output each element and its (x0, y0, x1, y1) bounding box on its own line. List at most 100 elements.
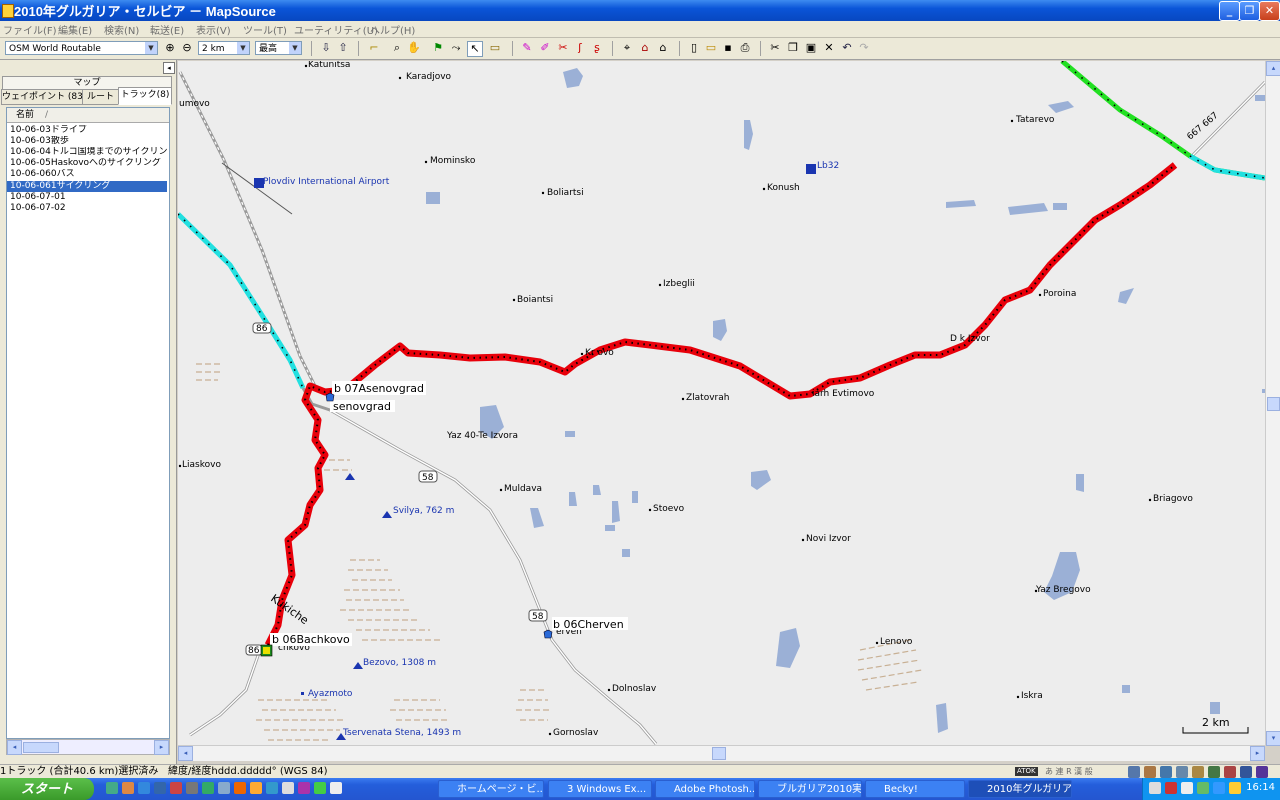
ime-options-icon[interactable] (1256, 766, 1268, 778)
delete-icon[interactable]: ✕ (822, 41, 836, 55)
track-draw-icon[interactable]: ✎ (520, 41, 534, 55)
selection-tool-icon[interactable]: ↖ (467, 41, 483, 57)
menu-utilities[interactable]: ユーティリティ(U) (294, 22, 378, 37)
quicklaunch-app-icon[interactable] (314, 782, 326, 794)
maximize-button[interactable]: ❐ (1239, 1, 1260, 21)
ime-indicator[interactable]: ATOK (1015, 767, 1038, 776)
start-button[interactable]: スタート (0, 778, 94, 800)
scroll-thumb[interactable] (1267, 397, 1280, 411)
quicklaunch-app-icon[interactable] (330, 782, 342, 794)
erase-track-icon[interactable]: ✐ (538, 41, 552, 55)
track-row[interactable]: 10-06-07-02 (7, 203, 167, 214)
map-canvas[interactable]: 86 58 58 86 667 667 Katunitsa Karadjovo … (178, 61, 1265, 745)
track-row[interactable]: 10-06-04トルコ国境までのサイクリング (7, 147, 167, 158)
tab-routes[interactable]: ルート (82, 89, 119, 105)
clock[interactable]: 16:14 (1246, 782, 1275, 793)
hand-tool-icon[interactable]: ✋ (407, 41, 421, 55)
scroll-left-icon[interactable]: ◂ (7, 740, 22, 755)
help-icon[interactable] (1240, 766, 1252, 778)
undo-icon[interactable]: ↶ (840, 41, 854, 55)
zoom-out-icon[interactable]: ⊖ (180, 41, 194, 55)
waypoint-label[interactable]: b 07Asenovgrad (334, 382, 424, 395)
menu-transfer[interactable]: 転送(E) (150, 22, 184, 37)
quicklaunch-desktop-icon[interactable] (106, 782, 118, 794)
scroll-thumb[interactable] (712, 747, 726, 760)
scroll-right-icon[interactable]: ▸ (1250, 746, 1265, 761)
task-button[interactable]: ホームページ・ビ... (438, 780, 544, 798)
divide-track-icon[interactable]: ʃ (573, 41, 587, 55)
zoom-in-icon[interactable]: ⊕ (163, 41, 177, 55)
selected-track[interactable] (264, 162, 1178, 647)
scroll-thumb[interactable] (23, 742, 59, 753)
find-icon[interactable]: ⌖ (620, 41, 634, 55)
join-track-icon[interactable]: ✂ (556, 41, 570, 55)
track-row[interactable]: 10-06-03散歩 (7, 136, 167, 147)
scroll-left-icon[interactable]: ◂ (178, 746, 193, 761)
tray-icon[interactable] (1149, 782, 1161, 794)
quicklaunch-app-icon[interactable] (170, 782, 182, 794)
measure-tool-icon[interactable]: ▭ (488, 41, 502, 55)
track-row-selected[interactable]: 10-06-061サイクリング (7, 181, 167, 192)
menu-edit[interactable]: 編集(E) (58, 22, 92, 37)
quicklaunch-app-icon[interactable] (298, 782, 310, 794)
select-map-icon[interactable]: ⌐ (367, 41, 381, 55)
track-row[interactable]: 10-06-060バス (7, 169, 167, 180)
map-horizontal-scrollbar[interactable]: ◂ ▸ (178, 745, 1265, 761)
tray-icon[interactable] (1213, 782, 1225, 794)
quicklaunch-app-icon[interactable] (202, 782, 214, 794)
find-address-icon[interactable]: ⌂ (656, 41, 670, 55)
copy-icon[interactable]: ❐ (786, 41, 800, 55)
tray-icon[interactable] (1229, 782, 1241, 794)
find-nearby-icon[interactable]: ⌂ (638, 41, 652, 55)
tab-waypoints[interactable]: ウェイポイント (83) (1, 89, 86, 105)
map-product-select[interactable]: OSM World Routable ▼ (5, 41, 158, 55)
quicklaunch-app-icon[interactable] (282, 782, 294, 794)
ime-menu-icon[interactable] (1208, 766, 1220, 778)
tab-tracks[interactable]: トラック(8) (118, 87, 172, 105)
task-button[interactable]: ブルガリア2010実... (758, 780, 862, 798)
track-list[interactable]: 名前 / 10-06-03ドライブ 10-06-03散歩 10-06-04トルコ… (6, 107, 170, 739)
quicklaunch-firefox-icon[interactable] (234, 782, 246, 794)
quicklaunch-app-icon[interactable] (266, 782, 278, 794)
minimize-button[interactable]: _ (1219, 1, 1240, 21)
new-file-icon[interactable]: ▯ (687, 41, 701, 55)
ime-convert-icon[interactable] (1176, 766, 1188, 778)
quicklaunch-browser-icon[interactable] (122, 782, 134, 794)
scroll-up-icon[interactable]: ▴ (1266, 61, 1280, 76)
task-button[interactable]: 3 Windows Ex... (548, 780, 652, 798)
waypoint-label[interactable]: b 06Bachkovo (272, 633, 350, 646)
menu-file[interactable]: ファイル(F) (3, 22, 57, 37)
send-to-device-icon[interactable]: ⇧ (336, 41, 350, 55)
quicklaunch-app-icon[interactable] (218, 782, 230, 794)
print-icon[interactable]: ⎙ (738, 41, 752, 55)
list-horizontal-scrollbar[interactable]: ◂ ▸ (6, 739, 170, 755)
redo-icon[interactable]: ↷ (857, 41, 871, 55)
save-file-icon[interactable]: ▪ (721, 41, 735, 55)
paste-icon[interactable]: ▣ (804, 41, 818, 55)
quicklaunch-app-icon[interactable] (186, 782, 198, 794)
task-button-active[interactable]: 2010年グルガリア... (968, 780, 1072, 798)
filter-track-icon[interactable]: ʂ (590, 41, 604, 55)
zoom-tool-icon[interactable]: ⌕ (390, 41, 404, 55)
tray-icon[interactable] (1165, 782, 1177, 794)
map-view[interactable]: 86 58 58 86 667 667 Katunitsa Karadjovo … (178, 61, 1265, 745)
close-button[interactable]: ✕ (1259, 1, 1280, 21)
task-button[interactable]: Adobe Photosh... (655, 780, 755, 798)
tray-caps-icon[interactable] (1181, 782, 1193, 794)
ime-property-icon[interactable] (1192, 766, 1204, 778)
menu-view[interactable]: 表示(V) (196, 22, 231, 37)
menu-tools[interactable]: ツール(T) (243, 22, 287, 37)
receive-from-device-icon[interactable]: ⇩ (319, 41, 333, 55)
quicklaunch-app-icon[interactable] (250, 782, 262, 794)
ime-keyboard-icon[interactable] (1160, 766, 1172, 778)
list-header[interactable]: 名前 / (7, 108, 169, 123)
ime-close-icon[interactable] (1224, 766, 1236, 778)
cut-icon[interactable]: ✂ (768, 41, 782, 55)
tray-icon[interactable] (1197, 782, 1209, 794)
task-button[interactable]: Becky! (865, 780, 965, 798)
detail-select[interactable]: 最高 ▼ (255, 41, 302, 55)
waypoint-tool-icon[interactable]: ⚑ (431, 41, 445, 55)
track-row[interactable]: 10-06-07-01 (7, 192, 167, 203)
ime-dictionary-icon[interactable] (1144, 766, 1156, 778)
track-row[interactable]: 10-06-05Haskovoへのサイクリング (7, 158, 167, 169)
